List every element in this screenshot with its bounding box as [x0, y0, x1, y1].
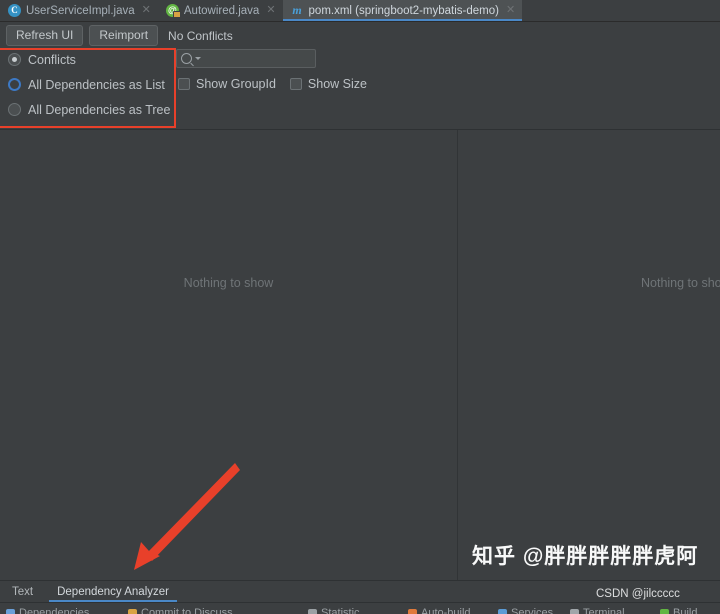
view-mode-radio-group: Conflicts All Dependencies as List All D…	[8, 51, 170, 118]
services-icon	[498, 608, 507, 614]
status-item-terminal[interactable]: Terminal	[570, 607, 625, 614]
statistic-icon	[308, 608, 317, 614]
close-icon[interactable]: ✕	[142, 5, 151, 16]
editor-tab-userserviceimpl[interactable]: C UserServiceImpl.java ✕	[0, 0, 158, 21]
radio-indicator[interactable]	[8, 103, 21, 116]
search-box[interactable]	[176, 49, 346, 68]
editor-tab-autowired[interactable]: @ Autowired.java ✕	[157, 0, 283, 21]
bottom-tab-text[interactable]: Text	[0, 581, 45, 603]
display-checkbox-group: Show GroupId Show Size	[176, 77, 476, 91]
empty-state-message: Nothing to show	[641, 276, 720, 290]
view-options-area: Conflicts All Dependencies as List All D…	[0, 47, 720, 129]
terminal-icon	[570, 608, 579, 614]
status-item-label: Services	[511, 607, 554, 614]
bottom-tab-dependency-analyzer[interactable]: Dependency Analyzer	[45, 581, 181, 603]
dependency-usages-panel[interactable]: Nothing to show	[458, 130, 720, 580]
java-class-icon: C	[8, 4, 21, 17]
radio-label: All Dependencies as List	[28, 77, 165, 92]
refresh-ui-button[interactable]: Refresh UI	[6, 25, 84, 46]
zhihu-watermark: 知乎 @胖胖胖胖胖虎阿	[472, 545, 699, 568]
checkbox-show-groupid[interactable]: Show GroupId	[178, 77, 276, 91]
editor-tab-bar: C UserServiceImpl.java ✕ @ Autowired.jav…	[0, 0, 720, 22]
csdn-watermark: CSDN @jilccccc	[596, 588, 680, 600]
dependency-analyzer-toolbar: Refresh UI Reimport No Conflicts	[0, 22, 720, 47]
radio-option-conflicts[interactable]: Conflicts	[8, 51, 170, 68]
status-item-label: Statistic	[321, 607, 360, 614]
radio-option-all-dependencies-as-list[interactable]: All Dependencies as List	[8, 76, 170, 93]
build-icon	[660, 608, 669, 614]
java-annotation-icon: @	[165, 4, 181, 18]
editor-tab-pomxml[interactable]: m pom.xml (springboot2-mybatis-demo) ✕	[282, 0, 523, 21]
search-input[interactable]	[204, 52, 346, 65]
status-item-label: Terminal	[583, 607, 625, 614]
checkbox-indicator[interactable]	[289, 78, 302, 90]
close-icon[interactable]: ✕	[266, 5, 275, 16]
commit-icon	[128, 608, 137, 614]
close-icon[interactable]: ✕	[506, 5, 515, 16]
radio-label: Conflicts	[28, 52, 76, 67]
status-item-auto-build[interactable]: Auto-build	[408, 607, 471, 614]
checkbox-indicator[interactable]	[178, 78, 190, 90]
radio-indicator[interactable]	[8, 78, 21, 91]
status-item-build[interactable]: Build	[660, 607, 697, 614]
editor-tab-label: Autowired.java	[183, 4, 260, 17]
chevron-down-icon[interactable]	[195, 57, 201, 60]
filter-options: Show GroupId Show Size	[176, 49, 476, 91]
empty-state-message: Nothing to show	[183, 276, 274, 290]
search-icon	[181, 53, 192, 64]
radio-indicator[interactable]	[8, 53, 21, 66]
checkbox-label: Show GroupId	[196, 77, 276, 91]
status-item-commit[interactable]: Commit to Discuss	[128, 607, 233, 614]
status-item-label: Dependencies	[19, 607, 90, 614]
status-item-statistic[interactable]: Statistic	[308, 607, 360, 614]
dependencies-icon	[6, 608, 15, 614]
dependency-analyzer-panels: Nothing to show Nothing to show	[0, 129, 720, 580]
reimport-button[interactable]: Reimport	[89, 25, 159, 46]
status-item-label: Build	[673, 607, 698, 614]
radio-option-all-dependencies-as-tree[interactable]: All Dependencies as Tree	[8, 101, 170, 118]
status-item-label: Auto-build	[421, 607, 471, 614]
status-item-dependencies[interactable]: Dependencies	[6, 607, 89, 614]
checkbox-label: Show Size	[307, 77, 367, 91]
radio-label: All Dependencies as Tree	[28, 102, 171, 117]
editor-tab-label: UserServiceImpl.java	[26, 4, 135, 17]
auto-build-icon	[408, 608, 417, 614]
conflicts-status-label: No Conflicts	[168, 28, 233, 43]
tool-window-status-strip: Dependencies Commit to Discuss Statistic…	[0, 602, 720, 614]
checkbox-show-size[interactable]: Show Size	[289, 77, 367, 91]
editor-tab-label: pom.xml (springboot2-mybatis-demo)	[308, 4, 499, 17]
status-item-services[interactable]: Services	[498, 607, 553, 614]
maven-file-icon: m	[292, 3, 302, 17]
dependencies-list-panel[interactable]: Nothing to show	[0, 130, 458, 580]
status-item-label: Commit to Discuss	[141, 607, 233, 614]
